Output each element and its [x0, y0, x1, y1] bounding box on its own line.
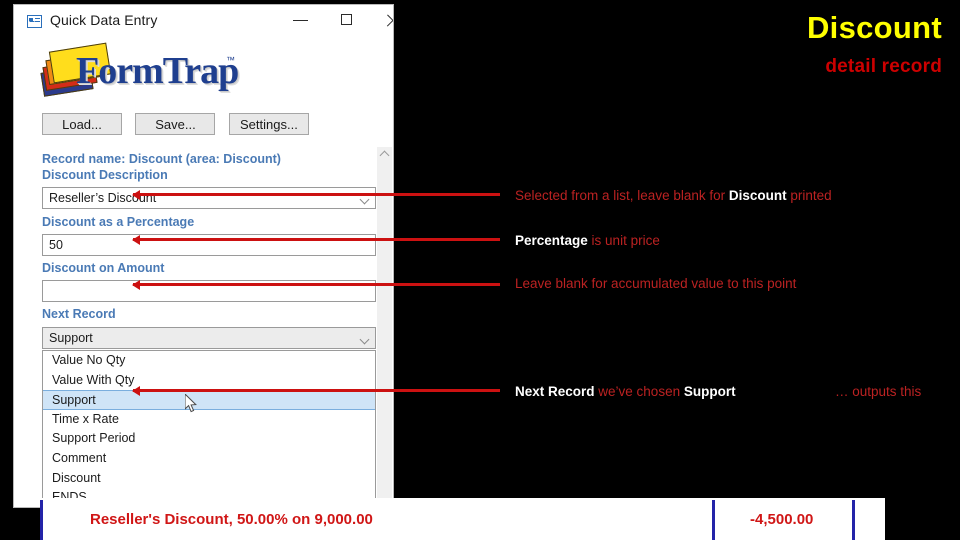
minimize-button[interactable]	[279, 5, 324, 35]
slide-canvas: Discount detail record Quick Data Entry …	[0, 0, 960, 540]
logo-trademark-icon: ™	[226, 55, 235, 65]
list-item[interactable]: Time x Rate	[43, 410, 375, 430]
save-button[interactable]: Save...	[135, 113, 216, 135]
list-item[interactable]: Support Period	[43, 429, 375, 449]
field-label-amount: Discount on Amount	[42, 261, 165, 275]
field-label-percentage: Discount as a Percentage	[42, 215, 195, 229]
window-title: Quick Data Entry	[50, 12, 158, 28]
note-emphasis: Percentage	[515, 233, 588, 248]
note-outputs-this: … outputs this	[835, 384, 921, 399]
note-next-record: Next Record we’ve chosen Support	[515, 384, 736, 399]
record-name-label: Record name: Discount (area: Discount)	[42, 152, 281, 166]
output-amount: -4,500.00	[750, 511, 814, 528]
callout-arrow-description	[132, 189, 500, 200]
note-text: … outputs this	[835, 384, 922, 399]
note-amount: Leave blank for accumulated value to thi…	[515, 276, 796, 291]
list-item[interactable]: Value With Qty	[43, 371, 375, 391]
quick-data-entry-window: Quick Data Entry FormTrap ™ Load... Save…	[13, 4, 394, 508]
field-label-description: Discount Description	[42, 168, 168, 182]
slide-subtitle: detail record	[825, 56, 942, 77]
output-divider-right	[852, 500, 855, 540]
callout-arrow-next-record	[132, 385, 500, 396]
slide-title: Discount	[806, 10, 942, 45]
load-button[interactable]: Load...	[42, 113, 122, 135]
output-divider-middle	[712, 500, 715, 540]
output-divider-left	[40, 500, 43, 540]
window-titlebar: Quick Data Entry	[14, 5, 393, 39]
note-text: printed	[786, 188, 832, 203]
list-item[interactable]: Comment	[43, 449, 375, 469]
output-description: Reseller's Discount, 50.00% on 9,000.00	[90, 511, 373, 528]
note-emphasis: Next Record	[515, 384, 595, 399]
mouse-pointer-icon	[185, 394, 198, 413]
next-record-dropdown-list[interactable]: Value No Qty Value With Qty Support Time…	[42, 350, 376, 507]
maximize-button[interactable]	[325, 5, 370, 35]
next-record-combo[interactable]: Support	[42, 327, 376, 349]
note-percentage: Percentage is unit price	[515, 233, 660, 248]
list-item-selected[interactable]: Support	[43, 390, 375, 410]
logo-wordmark: FormTrap	[76, 50, 239, 92]
note-text: we’ve chosen	[594, 384, 684, 399]
note-emphasis: Support	[683, 384, 736, 399]
callout-arrow-amount	[132, 279, 500, 290]
note-text: Leave blank for accumulated value to thi…	[515, 276, 797, 291]
list-item[interactable]: Value No Qty	[43, 351, 375, 371]
form-scroll-area: Record name: Discount (area: Discount) D…	[15, 147, 393, 507]
callout-arrow-percentage	[132, 234, 500, 245]
close-icon	[386, 14, 393, 27]
minimize-icon	[293, 20, 308, 22]
list-item[interactable]: Discount	[43, 469, 375, 489]
note-emphasis: Discount	[728, 188, 787, 203]
description-combo[interactable]: Reseller’s Discount	[42, 187, 376, 209]
note-text: is unit price	[587, 233, 660, 248]
vertical-scrollbar[interactable]	[377, 147, 392, 507]
output-strip: Reseller's Discount, 50.00% on 9,000.00 …	[40, 500, 885, 540]
close-button[interactable]	[371, 5, 393, 35]
scroll-up-icon[interactable]	[379, 150, 390, 161]
formtrap-logo: FormTrap ™	[40, 42, 239, 97]
maximize-icon	[341, 14, 352, 25]
field-label-next-record: Next Record	[42, 307, 116, 321]
note-description: Selected from a list, leave blank for Di…	[515, 188, 832, 203]
settings-button[interactable]: Settings...	[228, 113, 309, 135]
form-window-icon	[27, 15, 42, 28]
toolbar-buttons: Load... Save... Settings...	[42, 113, 372, 135]
note-text: Selected from a list, leave blank for	[515, 188, 729, 203]
